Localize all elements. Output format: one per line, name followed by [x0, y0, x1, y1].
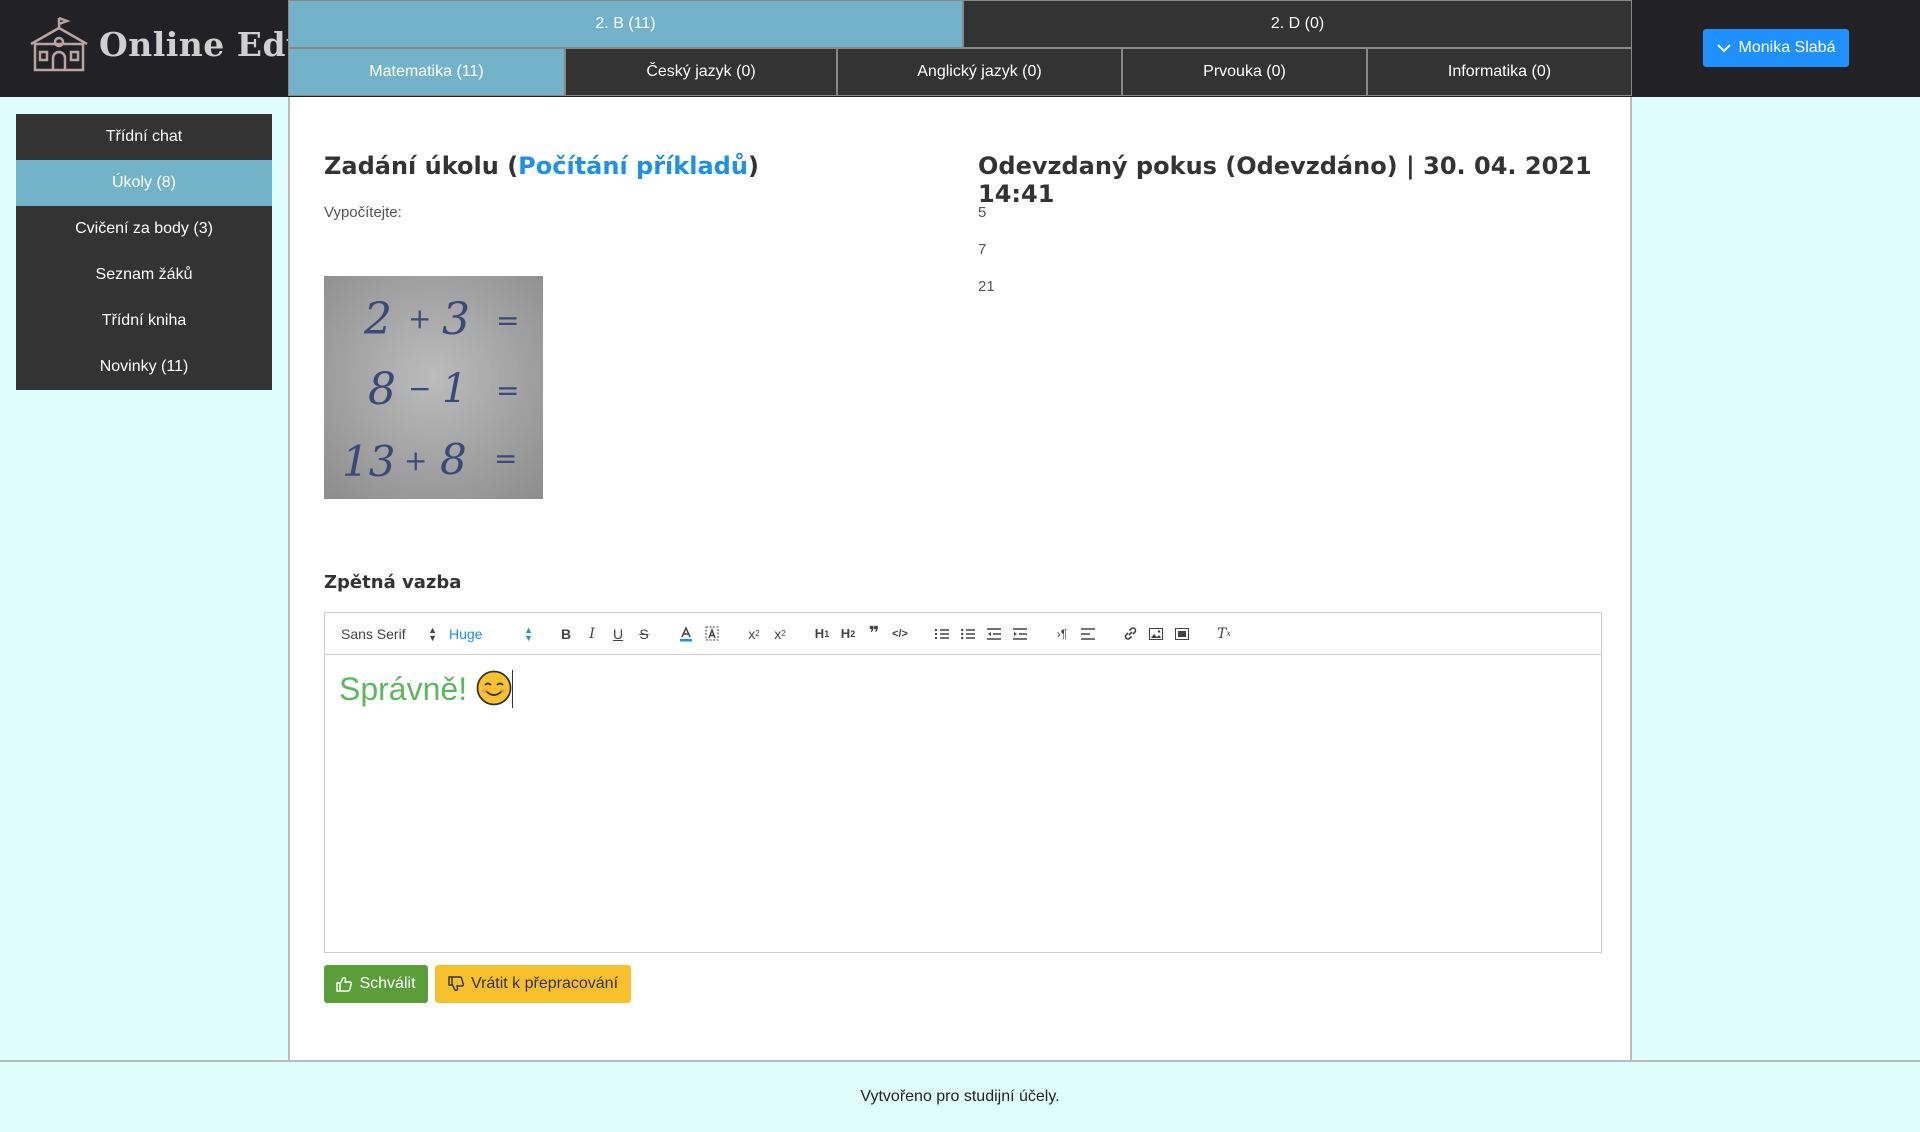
clear-formatting-icon[interactable]: Tx: [1211, 622, 1237, 646]
user-menu-button[interactable]: Monika Slabá: [1703, 29, 1849, 67]
underline-icon[interactable]: U: [605, 622, 631, 646]
sidebar-item-class-book[interactable]: Třídní kniha: [16, 298, 272, 344]
tab-anglicky-jazyk[interactable]: Anglický jazyk (0): [837, 48, 1122, 96]
text-color-icon[interactable]: [673, 622, 699, 646]
image-minus: −: [408, 372, 431, 405]
school-building-icon: [30, 16, 88, 72]
task-title-prefix: Zadání úkolu (: [324, 152, 519, 180]
image-plus-1: +: [408, 302, 431, 335]
main-panel: Zadání úkolu (Počítání příkladů) Vypočít…: [288, 97, 1632, 1060]
attempt-title: Odevzdaný pokus (Odevzdáno) | 30. 04. 20…: [978, 152, 1592, 208]
task-title: Zadání úkolu (Počítání příkladů): [324, 152, 759, 180]
editor-toolbar: Sans Serif ▲▼ Huge ▲▼ B I U S x2 x2 H1: [325, 613, 1601, 655]
app-logo[interactable]: Online Edu: [27, 14, 311, 74]
task-instructions: Vypočítejte:: [324, 204, 402, 221]
smiling-face-emoji: [476, 670, 512, 706]
sidebar-item-tasks[interactable]: Úkoly (8): [16, 160, 272, 206]
editor-content[interactable]: Správně!: [325, 655, 1601, 723]
subject-tabs: Matematika (11) Český jazyk (0) Anglický…: [288, 48, 1632, 96]
sidebar: Třídní chat Úkoly (8) Cvičení za body (3…: [16, 114, 272, 390]
sidebar-item-class-chat[interactable]: Třídní chat: [16, 114, 272, 160]
select-arrows-icon: ▲ ▼: [428, 624, 437, 643]
sidebar-item-exercises[interactable]: Cvičení za body (3): [16, 206, 272, 252]
class-tabs: 2. B (11) 2. D (0): [288, 0, 1632, 48]
subscript-icon[interactable]: x2: [741, 622, 767, 646]
image-eight: 8: [368, 364, 396, 415]
chevron-down-icon: [1716, 44, 1731, 53]
image-thirteen: 13: [342, 437, 395, 486]
size-select[interactable]: Huge ▲ ▼: [445, 622, 537, 646]
approve-button-label: Schválit: [359, 975, 416, 992]
heading-1-icon[interactable]: H1: [809, 622, 835, 646]
ordered-list-icon[interactable]: [929, 622, 955, 646]
task-image[interactable]: 2 + 3 = 8 − 1 = 13 + 8 =: [324, 276, 543, 499]
image-icon[interactable]: [1143, 622, 1169, 646]
sidebar-item-news[interactable]: Novinky (11): [16, 344, 272, 390]
thumbs-up-icon: [336, 976, 353, 992]
footer: Vytvořeno pro studijní účely.: [0, 1060, 1920, 1132]
sidebar-item-students[interactable]: Seznam žáků: [16, 252, 272, 298]
text-direction-icon[interactable]: ›¶: [1049, 622, 1075, 646]
outdent-icon[interactable]: [981, 622, 1007, 646]
select-arrows-icon: ▲ ▼: [524, 624, 533, 643]
task-title-suffix: ): [747, 152, 759, 180]
user-name: Monika Slabá: [1738, 39, 1836, 56]
superscript-icon[interactable]: x2: [767, 622, 793, 646]
tab-informatika[interactable]: Informatika (0): [1367, 48, 1632, 96]
background-color-icon[interactable]: [699, 622, 725, 646]
image-eq-2: =: [496, 374, 519, 407]
image-three: 3: [442, 294, 470, 345]
footer-text: Vytvořeno pro studijní účely.: [860, 1088, 1060, 1105]
tab-class-2d[interactable]: 2. D (0): [963, 0, 1632, 48]
italic-icon[interactable]: I: [579, 622, 605, 646]
size-select-value: Huge: [449, 625, 483, 642]
feedback-label: Zpětná vazba: [324, 572, 462, 593]
video-icon[interactable]: [1169, 622, 1195, 646]
blockquote-icon[interactable]: ❞: [861, 622, 887, 646]
thumbs-down-icon: [448, 976, 464, 992]
answer-3: 21: [978, 278, 995, 295]
app-title: Online Edu: [99, 24, 311, 64]
handwritten-exercises-image: 2 + 3 = 8 − 1 = 13 + 8 =: [324, 276, 543, 499]
task-title-link[interactable]: Počítání příkladů: [518, 152, 748, 180]
heading-2-icon[interactable]: H2: [835, 622, 861, 646]
indent-icon[interactable]: [1007, 622, 1033, 646]
link-icon[interactable]: [1117, 622, 1143, 646]
approve-button[interactable]: Schválit: [324, 965, 428, 1003]
image-line-1: 2: [363, 294, 392, 345]
bold-icon[interactable]: B: [553, 622, 579, 646]
answer-1: 5: [978, 204, 987, 221]
feedback-text: Správně!: [339, 671, 468, 707]
align-icon[interactable]: [1075, 622, 1101, 646]
font-select-value: Sans Serif: [341, 625, 406, 642]
tab-prvouka[interactable]: Prvouka (0): [1122, 48, 1367, 96]
image-plus-2: +: [404, 444, 427, 477]
image-eight-2: 8: [440, 435, 467, 484]
image-one: 1: [442, 366, 467, 412]
bullet-list-icon[interactable]: [955, 622, 981, 646]
text-cursor: [511, 670, 513, 708]
image-eq-1: =: [496, 304, 519, 337]
code-block-icon[interactable]: </>: [887, 622, 913, 646]
return-button-label: Vrátit k přepracování: [470, 975, 619, 992]
strikethrough-icon[interactable]: S: [631, 622, 657, 646]
image-eq-3: =: [494, 442, 517, 475]
top-header: Online Edu 2. B (11) 2. D (0) Matematika…: [0, 0, 1920, 97]
font-select[interactable]: Sans Serif ▲ ▼: [337, 622, 441, 646]
answer-2: 7: [978, 241, 987, 258]
tab-matematika[interactable]: Matematika (11): [288, 48, 565, 96]
feedback-editor: Sans Serif ▲▼ Huge ▲▼ B I U S x2 x2 H1: [324, 612, 1602, 953]
tab-class-2b[interactable]: 2. B (11): [288, 0, 963, 48]
tab-cesky-jazyk[interactable]: Český jazyk (0): [565, 48, 837, 96]
return-for-rework-button[interactable]: Vrátit k přepracování: [435, 965, 631, 1003]
